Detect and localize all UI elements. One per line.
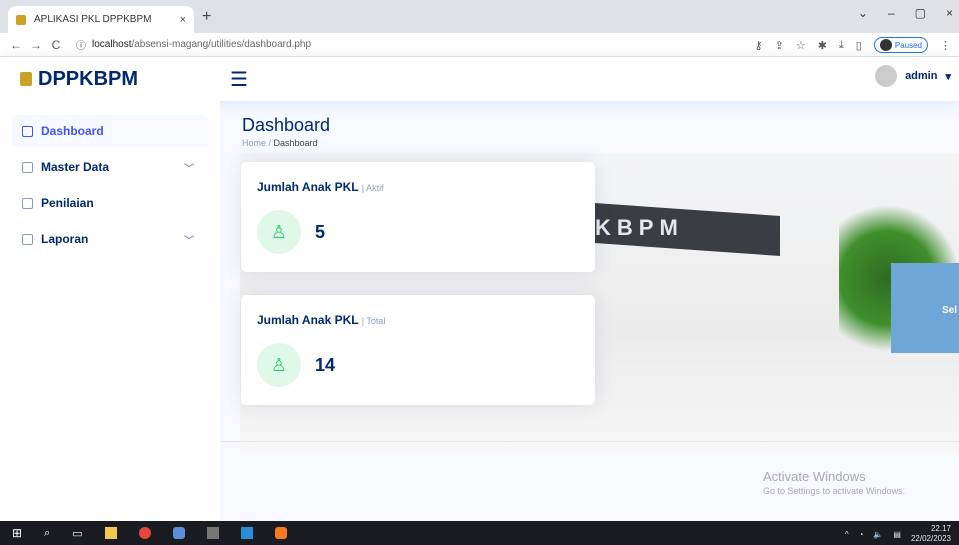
billboard-text: Sel [941, 305, 957, 316]
document-icon [22, 197, 33, 209]
sidebar-item-dashboard[interactable]: Dashboard [12, 115, 208, 147]
network-icon[interactable]: ◔ [859, 530, 864, 539]
tab-title: APLIKASI PKL DPPKBPM [34, 14, 152, 25]
url-path: /absensi-magang/utilities/dashboard.php [131, 39, 312, 50]
profile-avatar [879, 39, 892, 51]
chevron-up-icon[interactable]: ^ [845, 530, 849, 539]
sidebar-item-label: Penilaian [41, 196, 94, 210]
extension-icon[interactable]: ✱ [818, 39, 827, 52]
browser-tab[interactable]: APLIKASI PKL DPPKBPM × [8, 6, 194, 33]
file-explorer-icon[interactable] [104, 527, 117, 539]
chevron-down-icon: ﹀ [184, 235, 194, 247]
app-header: DPPKBPM ☰ admin ▾ [0, 57, 959, 101]
back-icon[interactable]: ← [8, 38, 24, 52]
volume-icon[interactable]: 🔈 [873, 530, 883, 539]
database-icon [22, 161, 33, 173]
reload-icon[interactable]: C [48, 38, 64, 52]
browser-tab-bar: APLIKASI PKL DPPKBPM × + ⌄ – ▢ × [0, 0, 959, 33]
gate-sign-text: KBPM [595, 215, 684, 240]
watermark-subtitle: Go to Settings to activate Windows. [763, 486, 906, 496]
url-host: localhost [92, 39, 132, 50]
card-title-text: Jumlah Anak PKL [257, 313, 359, 327]
xampp-icon[interactable] [274, 527, 287, 539]
breadcrumb-home[interactable]: Home [242, 138, 266, 148]
caret-down-icon: ▾ [945, 70, 951, 83]
bookmark-star-icon[interactable]: ☆ [796, 39, 806, 52]
sidebar: Dashboard Master Data ﹀ Penilaian Lapora… [0, 101, 220, 521]
card-value: 5 [315, 221, 326, 242]
download-icon[interactable]: ⤓ [839, 39, 844, 52]
share-icon[interactable]: ⇪ [775, 39, 784, 52]
toggle-sidebar-icon[interactable]: ☰ [230, 67, 248, 92]
card-subtitle: | Aktif [361, 183, 384, 193]
info-icon[interactable]: ⓘ [76, 37, 86, 52]
brand-name: DPPKBPM [38, 67, 139, 90]
windows-start-icon[interactable]: ⊞ [12, 526, 22, 540]
task-view-icon[interactable]: ▭ [72, 527, 82, 540]
person-icon: ♙ [257, 210, 301, 254]
card-title: Jumlah Anak PKL | Total [257, 313, 579, 327]
breadcrumb-separator: / [266, 138, 274, 148]
page-title-block: Dashboard Home / Dashboard [242, 115, 330, 148]
sidebar-item-laporan[interactable]: Laporan ﹀ [12, 223, 208, 255]
activate-windows-watermark: Activate Windows Go to Settings to activ… [763, 469, 905, 496]
sidebar-item-label: Dashboard [41, 124, 104, 138]
url-field[interactable]: ⓘ localhost/absensi-magang/utilities/das… [76, 37, 311, 52]
tab-search-icon[interactable]: ⌄ [858, 6, 868, 20]
clock-time: 22.17 [930, 524, 951, 533]
clock-date: 22/02/2023 [910, 534, 951, 543]
profile-status: Paused [894, 40, 922, 50]
user-menu[interactable]: admin ▾ [875, 65, 951, 87]
close-window-icon[interactable]: × [946, 6, 953, 20]
stat-card-total: Jumlah Anak PKL | Total ♙ 14 [241, 295, 595, 405]
footer-divider [220, 441, 959, 442]
card-title-text: Jumlah Anak PKL [257, 180, 359, 194]
card-value: 14 [315, 354, 336, 375]
watermark-title: Activate Windows [763, 469, 866, 484]
username: admin [905, 70, 938, 82]
breadcrumb: Home / Dashboard [242, 138, 330, 148]
system-tray: ^ ◔ 🔈 ▤ 22.17 22/02/2023 [845, 524, 951, 544]
window-controls: ⌄ – ▢ × [858, 6, 953, 20]
card-subtitle: | Total [361, 316, 386, 326]
table-icon [22, 233, 33, 245]
forward-icon[interactable]: → [28, 38, 44, 52]
vscode-icon[interactable] [240, 527, 253, 539]
profile-button[interactable]: Paused [873, 37, 928, 53]
main-content: KBPM Sel Dashboard Home / Dashboard Juml… [220, 101, 959, 521]
grid-icon [22, 125, 33, 137]
minimize-icon[interactable]: – [888, 6, 895, 20]
key-icon[interactable]: ⚷ [755, 39, 763, 52]
card-title: Jumlah Anak PKL | Aktif [257, 180, 579, 194]
taskbar: ⊞ ⌕ ▭ ^ ◔ 🔈 ▤ 22.17 22/02/2023 [0, 521, 959, 545]
clock[interactable]: 22.17 22/02/2023 [911, 524, 951, 544]
favicon-icon [16, 14, 26, 25]
tab-close-icon[interactable]: × [180, 14, 186, 26]
page-title: Dashboard [242, 115, 331, 135]
browser-menu-icon[interactable]: ⋮ [940, 39, 951, 52]
breadcrumb-current: Dashboard [273, 138, 318, 148]
sidebar-item-label: Laporan [41, 232, 89, 246]
restore-icon[interactable]: ▢ [915, 6, 926, 20]
sidebar-item-penilaian[interactable]: Penilaian [12, 187, 208, 219]
sidepanel-icon[interactable]: ▯ [856, 39, 862, 52]
chrome-icon[interactable] [138, 527, 151, 539]
brand-logo[interactable]: DPPKBPM [0, 68, 220, 91]
brand-emblem-icon [20, 72, 32, 86]
stat-card-active: Jumlah Anak PKL | Aktif ♙ 5 [241, 162, 595, 272]
calculator-icon[interactable] [206, 527, 219, 539]
avatar [875, 65, 898, 87]
sidebar-item-master-data[interactable]: Master Data ﹀ [12, 151, 208, 183]
person-icon: ♙ [257, 343, 301, 387]
notification-icon[interactable]: ▤ [893, 530, 901, 539]
extensions-bar: ⚷ ⇪ ☆ ✱ ⤓ ▯ Paused ⋮ [755, 37, 951, 53]
search-icon[interactable]: ⌕ [44, 527, 50, 540]
sidebar-item-label: Master Data [41, 160, 110, 174]
new-tab-icon[interactable]: + [202, 8, 211, 26]
app-icon[interactable] [172, 527, 185, 539]
chevron-down-icon: ﹀ [184, 163, 194, 175]
